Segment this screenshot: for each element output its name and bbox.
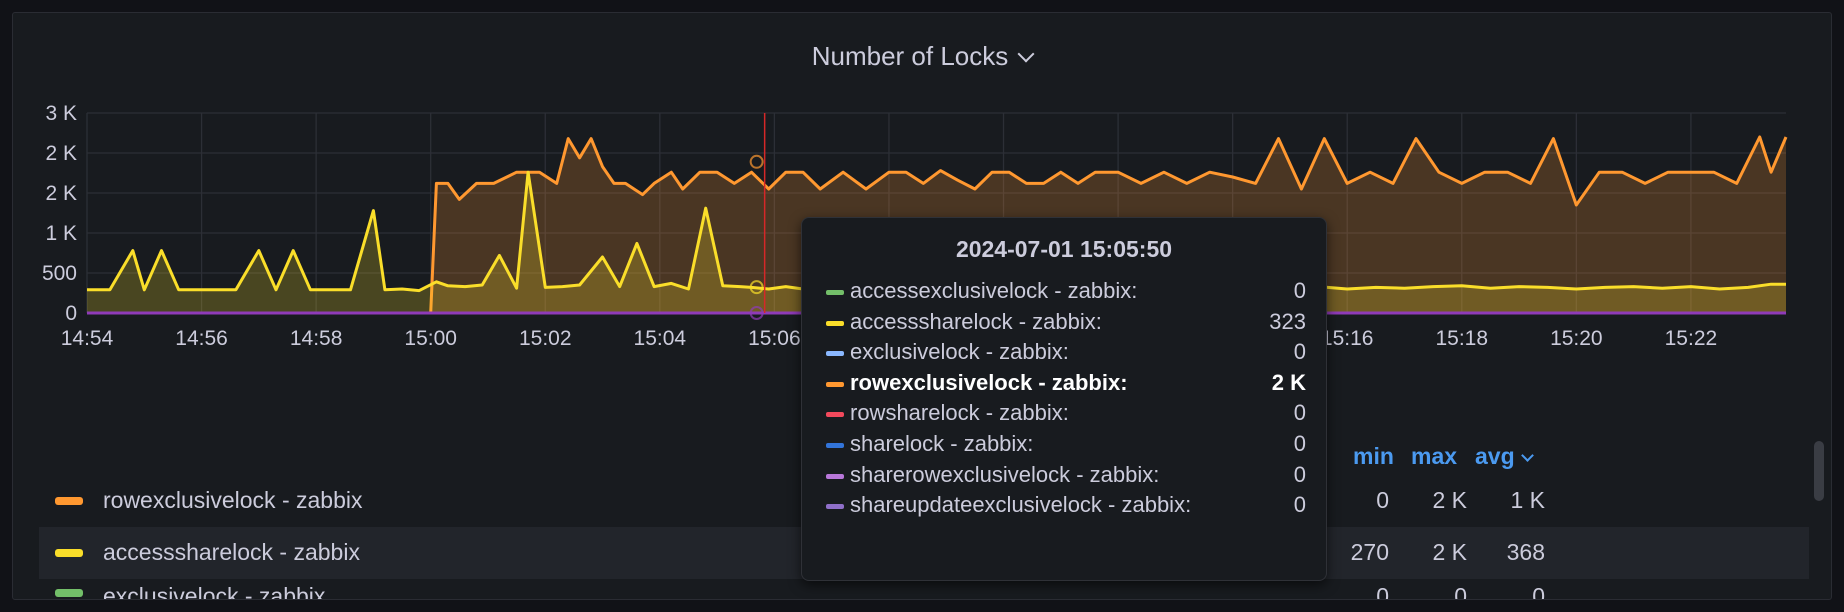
timeseries-panel: Number of Locks 0 500 1 K2 K2 K3 K 14:54 14:…	[12, 12, 1832, 600]
legend-item-avg: 0	[1532, 585, 1545, 599]
y-tick-label: 0	[65, 302, 77, 325]
tooltip-series-label: accesssharelock - zabbix:	[850, 308, 1102, 334]
y-tick-label: 500	[42, 262, 77, 285]
legend-item-min: 0	[1376, 585, 1389, 599]
legend-item-max: 2 K	[1432, 487, 1467, 513]
series-color-swatch	[826, 351, 844, 357]
x-tick-label: 15:06	[748, 327, 801, 350]
tooltip-series-value: 0	[1293, 278, 1306, 303]
x-tick-label: 14:56	[175, 327, 228, 350]
tooltip-time: 2024-07-01 15:05:50	[955, 236, 1173, 262]
legend-header-avg[interactable]: avg	[1475, 443, 1534, 470]
tooltip-series-label: sharerowexclusivelock - zabbix:	[850, 461, 1160, 487]
y-tick-label: 2 K	[45, 182, 77, 205]
legend-item-avg: 1 K	[1510, 487, 1545, 513]
y-tick-label: 1 K	[45, 222, 77, 245]
series-color-swatch	[55, 589, 83, 597]
x-tick-label: 15:00	[404, 327, 457, 350]
tooltip-series-label: sharelock - zabbix:	[850, 431, 1034, 456]
tooltip-row: shareupdateexclusivelock - zabbix: 0	[826, 492, 1306, 524]
legend-header-avg-label: avg	[1475, 443, 1515, 469]
series-color-swatch	[826, 504, 844, 510]
legend-item-avg: 368	[1506, 539, 1545, 565]
tooltip-series-value: 0	[1293, 492, 1306, 518]
tooltip-series-value: 0	[1293, 339, 1306, 365]
tooltip-row: rowsharelock - zabbix: 0	[826, 400, 1306, 432]
tooltip-series-value: 0	[1293, 400, 1306, 426]
series-color-swatch	[826, 381, 844, 387]
x-tick-label: 15:16	[1321, 327, 1374, 350]
tooltip-series-label: rowexclusivelock - zabbix:	[850, 369, 1128, 395]
legend-item-name: rowexclusivelock - zabbix	[103, 487, 363, 513]
series-color-swatch	[826, 443, 844, 448]
legend-item[interactable]: exclusivelock - zabbix 0 0 0	[39, 585, 1809, 599]
series-color-swatch	[826, 290, 844, 295]
legend-item-name: exclusivelock - zabbix	[103, 585, 326, 599]
tooltip-series-label: accessexclusivelock - zabbix:	[850, 278, 1138, 303]
x-tick-label: 15:04	[634, 327, 687, 350]
chevron-down-icon	[1520, 449, 1534, 462]
legend-header-min[interactable]: min	[1353, 443, 1394, 470]
tooltip-row: accessexclusivelock - zabbix: 0	[826, 278, 1306, 310]
x-tick-label: 15:22	[1665, 327, 1718, 350]
tooltip-series-label: rowsharelock - zabbix:	[850, 400, 1069, 426]
x-tick-label: 14:54	[61, 327, 114, 350]
x-tick-label: 15:20	[1550, 327, 1603, 350]
tooltip-series-value: 2 K	[1271, 369, 1306, 395]
tooltip-series-value: 0	[1293, 461, 1306, 487]
y-tick-label: 3 K	[45, 102, 77, 125]
tooltip-row: accesssharelock - zabbix: 323	[826, 309, 1306, 341]
legend-item-name: accesssharelock - zabbix	[103, 539, 360, 565]
tooltip-row: sharelock - zabbix: 0	[826, 431, 1306, 463]
tooltip-row: rowexclusivelock - zabbix: 2 K	[826, 370, 1306, 402]
tooltip-series-value: 323	[1269, 308, 1306, 334]
tooltip-series-label: shareupdateexclusivelock - zabbix:	[850, 492, 1192, 518]
hover-tooltip: 2024-07-01 15:05:50 accessexclusivelock …	[801, 217, 1327, 581]
legend-item-max: 0	[1454, 585, 1467, 599]
legend-item-max: 2 K	[1432, 539, 1467, 565]
x-tick-label: 15:02	[519, 327, 572, 350]
legend-scrollbar[interactable]	[1814, 441, 1824, 501]
tooltip-series-label: exclusivelock - zabbix:	[850, 339, 1069, 365]
tooltip-series-value: 0	[1293, 431, 1306, 456]
x-tick-label: 15:18	[1435, 327, 1488, 350]
series-color-swatch	[55, 549, 83, 557]
series-color-swatch	[826, 473, 844, 479]
tooltip-row: sharerowexclusivelock - zabbix: 0	[826, 462, 1306, 494]
hover-point-marker	[749, 154, 764, 169]
x-tick-label: 14:58	[290, 327, 343, 350]
series-color-swatch	[826, 320, 844, 326]
series-color-swatch	[826, 412, 844, 418]
legend-header-max[interactable]: max	[1411, 443, 1457, 470]
series-color-swatch	[55, 497, 83, 505]
y-tick-label: 2 K	[45, 142, 77, 165]
tooltip-row: exclusivelock - zabbix: 0	[826, 339, 1306, 371]
